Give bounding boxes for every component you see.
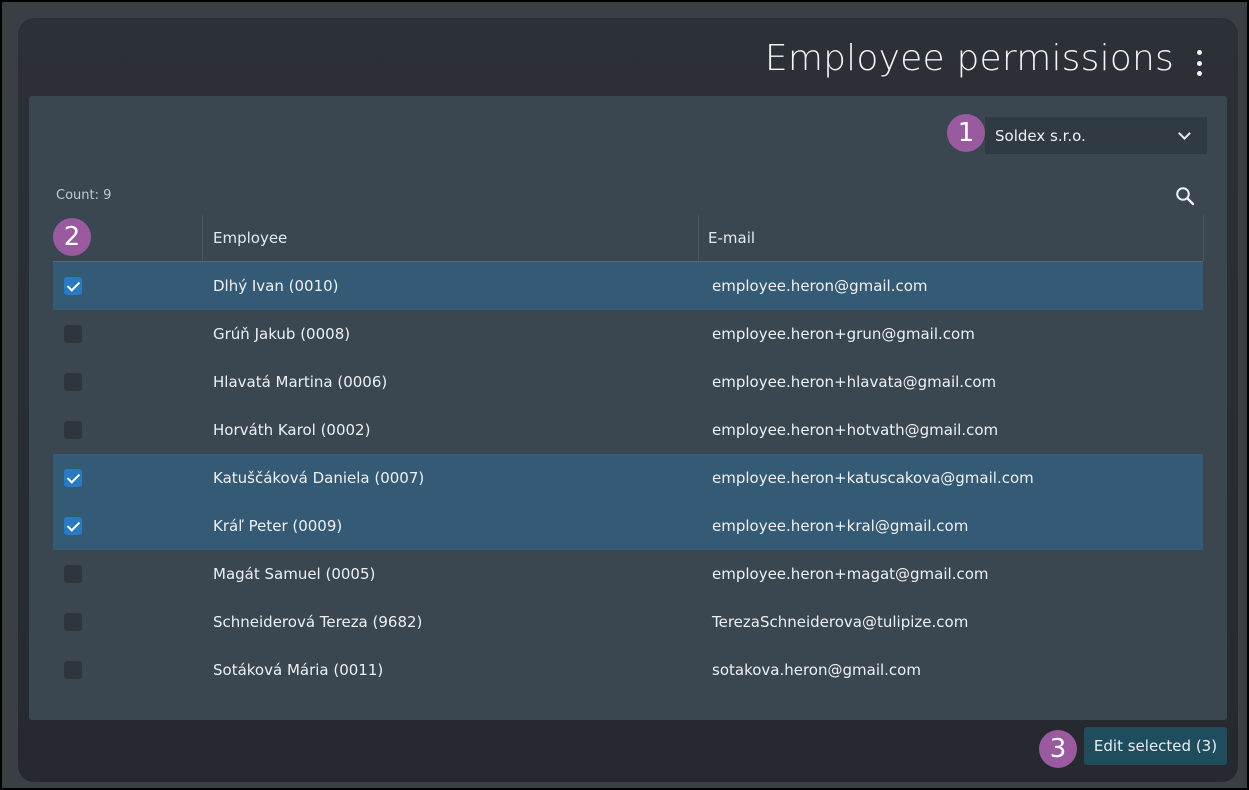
email-cell: employee.heron+hlavata@gmail.com — [712, 373, 997, 391]
table-body: Dlhý Ivan (0010) employee.heron@gmail.com… — [53, 262, 1203, 694]
company-select[interactable]: Soldex s.r.o. — [985, 117, 1207, 154]
table-row[interactable]: Sotáková Mária (0011) sotakova.heron@gmai… — [53, 646, 1203, 694]
screenshot-frame: Employee permissions 1 Soldex s.r.o. Cou… — [2, 2, 1247, 788]
callout-badge-3: 3 — [1039, 730, 1077, 768]
email-cell: employee.heron+katuscakova@gmail.com — [712, 469, 1034, 487]
count-label: Count: 9 — [56, 188, 112, 203]
more-vertical-icon[interactable] — [1196, 50, 1202, 76]
callout-badge-1: 1 — [947, 114, 985, 152]
email-cell: employee.heron+grun@gmail.com — [712, 325, 975, 343]
employee-cell: Sotáková Mária (0011) — [213, 661, 384, 679]
employee-cell: Schneiderová Tereza (9682) — [213, 613, 423, 631]
employee-cell: Magát Samuel (0005) — [213, 565, 376, 583]
table-row[interactable]: Horváth Karol (0002) employee.heron+hotva… — [53, 406, 1203, 454]
company-select-value: Soldex s.r.o. — [995, 126, 1086, 145]
app-window: Employee permissions 1 Soldex s.r.o. Cou… — [18, 18, 1238, 782]
email-cell: sotakova.heron@gmail.com — [712, 661, 921, 679]
employee-cell: Hlavatá Martina (0006) — [213, 373, 388, 391]
content-panel: 1 Soldex s.r.o. Count: 9 2 Employee E-ma… — [29, 96, 1227, 720]
row-checkbox[interactable] — [64, 661, 82, 679]
employee-cell: Kráľ Peter (0009) — [213, 517, 343, 535]
table-row[interactable]: Schneiderová Tereza (9682) TerezaSchneide… — [53, 598, 1203, 646]
table-row[interactable]: Dlhý Ivan (0010) employee.heron@gmail.com — [53, 262, 1203, 310]
table-row[interactable]: Grúň Jakub (0008) employee.heron+grun@gma… — [53, 310, 1203, 358]
table-row[interactable]: Hlavatá Martina (0006) employee.heron+hla… — [53, 358, 1203, 406]
employee-table: Employee E-mail Dlhý Ivan (0010) employee… — [53, 215, 1204, 694]
search-icon[interactable] — [1175, 186, 1195, 206]
email-cell: employee.heron+kral@gmail.com — [712, 517, 969, 535]
row-checkbox[interactable] — [64, 373, 82, 391]
page-title: Employee permissions — [764, 38, 1174, 79]
row-checkbox[interactable] — [64, 325, 82, 343]
edit-selected-button[interactable]: Edit selected (3) — [1084, 727, 1227, 765]
row-checkbox[interactable] — [64, 469, 82, 487]
row-checkbox[interactable] — [64, 517, 82, 535]
column-header-email[interactable]: E-mail — [698, 215, 1204, 261]
employee-cell: Horváth Karol (0002) — [213, 421, 371, 439]
employee-cell: Grúň Jakub (0008) — [213, 325, 351, 343]
email-cell: employee.heron+hotvath@gmail.com — [712, 421, 999, 439]
email-cell: employee.heron+magat@gmail.com — [712, 565, 989, 583]
row-checkbox[interactable] — [64, 277, 82, 295]
email-cell: employee.heron@gmail.com — [712, 277, 928, 295]
table-row[interactable]: Kráľ Peter (0009) employee.heron+kral@gma… — [53, 502, 1203, 550]
table-row[interactable]: Magát Samuel (0005) employee.heron+magat@… — [53, 550, 1203, 598]
row-checkbox[interactable] — [64, 565, 82, 583]
row-checkbox[interactable] — [64, 421, 82, 439]
email-cell: TerezaSchneiderova@tulipize.com — [712, 613, 969, 631]
column-header-employee[interactable]: Employee — [202, 215, 709, 261]
chevron-down-icon — [1178, 127, 1191, 140]
row-checkbox[interactable] — [64, 613, 82, 631]
employee-cell: Dlhý Ivan (0010) — [213, 277, 339, 295]
table-header: Employee E-mail — [53, 215, 1204, 262]
employee-cell: Katuščáková Daniela (0007) — [213, 469, 425, 487]
table-row[interactable]: Katuščáková Daniela (0007) employee.heron… — [53, 454, 1203, 502]
